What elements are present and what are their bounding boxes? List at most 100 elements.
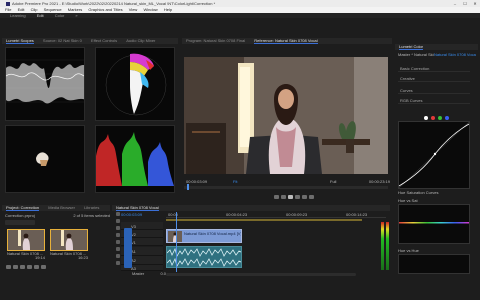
timeline-video-clip[interactable]: Natural Skin 0708 Vocal.mp4 [V] [166, 229, 242, 243]
rgb-curve-graph[interactable] [398, 121, 470, 189]
hue-vs-hue-label: Hue vs Hue [398, 248, 419, 253]
tab-lumetri-color[interactable]: Lumetri Color [399, 44, 424, 50]
source-patch-v1-a1[interactable] [124, 228, 132, 268]
program-scrub-bar[interactable] [184, 186, 388, 189]
tab-timeline-sequence[interactable]: Natural Skin 0708 Vocal [116, 205, 159, 211]
timeline-timecode[interactable]: 00:00:03:09 [121, 212, 157, 217]
program-panel-tabs: Program: Natural Skin 0708 Final Referen… [182, 38, 392, 44]
timeline-horizontal-scrollbar[interactable] [166, 273, 356, 276]
project-search-input[interactable] [5, 220, 35, 225]
workspace-tabs: Learning Edit Color » [0, 13, 480, 18]
play-button[interactable] [288, 195, 293, 199]
tab-media-browser[interactable]: Media Browser [48, 205, 75, 210]
transport-controls [264, 195, 324, 200]
audio-meter-right [386, 222, 389, 270]
program-quality-dropdown[interactable]: Full [330, 179, 344, 184]
lumetri-clip-label[interactable]: Natural Skin 0708 Vocal [434, 52, 476, 57]
workspace-tab-learning[interactable]: Learning [10, 13, 26, 18]
ruler-mark: 00:00:14:23 [346, 212, 368, 217]
menu-window[interactable]: Window [143, 7, 157, 12]
work-area-bar[interactable] [166, 219, 362, 221]
razor-tool-icon[interactable] [116, 233, 120, 237]
type-tool-icon[interactable] [116, 261, 120, 265]
maximize-button[interactable]: ☐ [460, 0, 470, 7]
hand-tool-icon[interactable] [116, 254, 120, 258]
menu-file[interactable]: File [5, 7, 11, 12]
timeline-ruler[interactable]: 00:00 00:00:04:23 00:00:09:23 00:00:14:2… [166, 212, 386, 218]
lumetri-panel-tabs: Lumetri Color [395, 44, 478, 50]
menu-sequence[interactable]: Sequence [44, 7, 62, 12]
menu-help[interactable]: Help [164, 7, 172, 12]
step-forward-button[interactable] [295, 195, 300, 199]
icon-view-icon[interactable] [20, 265, 25, 269]
project-item-duration: 19:14 [34, 255, 45, 260]
pen-tool-icon[interactable] [116, 247, 120, 251]
program-playhead[interactable] [187, 184, 189, 190]
step-back-button[interactable] [281, 195, 286, 199]
program-duration-timecode: 00:00:23:19 [368, 179, 390, 184]
workspace-tab-color[interactable]: Color [55, 13, 65, 18]
program-video-frame [184, 57, 388, 174]
close-button[interactable]: ✕ [470, 0, 480, 7]
trash-icon[interactable] [41, 265, 46, 269]
program-fit-dropdown[interactable]: Fit [233, 179, 247, 184]
export-frame-button[interactable] [309, 195, 314, 199]
timeline-panel-tabs: Natural Skin 0708 Vocal [112, 205, 390, 211]
menu-view[interactable]: View [129, 7, 138, 12]
lumetri-section-basic-correction[interactable]: Basic Correction [398, 66, 470, 72]
program-timecode-current-accent [186, 179, 216, 184]
master-track-value[interactable]: 0.0 [152, 271, 166, 276]
project-item-thumbnail[interactable] [7, 229, 45, 251]
menu-edit[interactable]: Edit [18, 7, 25, 12]
timeline-playhead[interactable] [176, 212, 177, 272]
project-item-thumbnail[interactable] [50, 229, 88, 251]
tab-effect-controls[interactable]: Effect Controls [91, 38, 117, 43]
tab-libraries[interactable]: Libraries [84, 205, 99, 210]
workspace-tab-edit[interactable]: Edit [37, 13, 44, 18]
tab-project[interactable]: Project: Correction [6, 205, 40, 211]
tab-lumetri-scopes[interactable]: Lumetri Scopes [6, 38, 34, 44]
lock-icon[interactable] [6, 265, 11, 269]
vectorscope-hls [95, 47, 175, 121]
project-item-count: 2 of 5 items selected [73, 213, 110, 218]
timeline-audio-clip[interactable] [166, 246, 242, 268]
tab-audio-clip-mixer[interactable]: Audio Clip Mixer [126, 38, 155, 43]
luma-waveform-scope [5, 47, 85, 121]
workspace-tab-more[interactable]: » [75, 13, 77, 18]
hue-sat-curves-header[interactable]: Hue Saturation Curves [398, 190, 470, 195]
hue-vs-sat-graph[interactable] [398, 204, 470, 244]
window-title: Adobe Premiere Pro 2021 - E:\Studio\Work… [12, 1, 216, 6]
mark-in-button[interactable] [274, 195, 279, 199]
list-view-icon[interactable] [13, 265, 18, 269]
menu-markers[interactable]: Markers [68, 7, 82, 12]
scopes-panel-tabs: Lumetri Scopes Source: 02 Nat Skin 0 Eff… [2, 38, 178, 44]
video-clip-label: Natural Skin 0708 Vocal.mp4 [V] [184, 231, 242, 236]
tab-source[interactable]: Source: 02 Nat Skin 0 [43, 38, 82, 43]
minimize-button[interactable]: – [450, 0, 460, 7]
hue-vs-sat-label: Hue vs Sat [398, 198, 418, 203]
new-bin-icon[interactable] [27, 265, 32, 269]
new-item-icon[interactable] [34, 265, 39, 269]
project-panel-tabs: Project: Correction Media Browser Librar… [2, 205, 110, 211]
track-select-tool-icon[interactable] [116, 219, 120, 223]
tab-reference[interactable]: Reference: Natural Skin 0708 Vocal [254, 38, 318, 44]
selection-tool-icon[interactable] [116, 212, 120, 216]
project-file-name: Correction.prproj [5, 213, 35, 218]
slip-tool-icon[interactable] [116, 240, 120, 244]
window-titlebar: Adobe Premiere Pro 2021 - E:\Studio\Work… [0, 0, 480, 7]
lumetri-section-rgb-curves[interactable]: RGB Curves [398, 98, 470, 104]
project-footer-toolbar [5, 265, 110, 270]
lumetri-section-curves[interactable]: Curves [398, 88, 470, 94]
hue-vs-hue-graph[interactable] [398, 254, 470, 274]
tab-program[interactable]: Program: Natural Skin 0708 Final [186, 38, 245, 43]
ruler-mark: 00:00:04:23 [226, 212, 248, 217]
lumetri-section-creative[interactable]: Creative [398, 76, 470, 82]
premiere-app-icon [6, 1, 10, 6]
ruler-mark: 00:00:09:23 [286, 212, 308, 217]
ripple-edit-tool-icon[interactable] [116, 226, 120, 230]
project-item-duration: 16:23 [77, 255, 88, 260]
rgb-parade-scope [95, 125, 175, 193]
menu-clip[interactable]: Clip [31, 7, 38, 12]
mark-out-button[interactable] [302, 195, 307, 199]
menu-graphics[interactable]: Graphics and Titles [88, 7, 122, 12]
